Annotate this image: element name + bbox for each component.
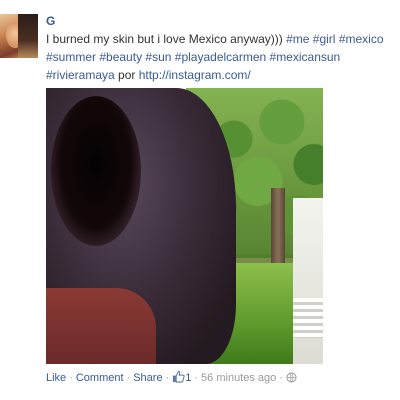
hashtag-beauty[interactable]: #beauty: [99, 50, 142, 64]
photo-blurred-face: [51, 96, 141, 246]
like-count-link[interactable]: 1: [172, 370, 191, 384]
post-actions-bar: Like · Comment · Share · 1 · 56 minutes ago ·: [46, 370, 297, 384]
by-word: por: [114, 68, 139, 82]
like-link[interactable]: Like: [46, 372, 66, 384]
hashtag-mexicansun[interactable]: #mexicansun: [270, 50, 341, 64]
post-text: I burned my skin but i love Mexico anywa…: [46, 30, 398, 84]
author-name[interactable]: G: [46, 14, 55, 28]
hashtag-mexico[interactable]: #mexico: [339, 32, 384, 46]
hashtag-summer[interactable]: #summer: [46, 50, 96, 64]
share-link[interactable]: Share: [133, 372, 162, 384]
photo-white-wall: [293, 198, 323, 364]
hashtag-rivieramaya[interactable]: #rivieramaya: [46, 68, 115, 82]
instagram-link[interactable]: http://instagram.com/: [139, 68, 251, 82]
thumbs-up-icon: [173, 370, 185, 383]
separator: ·: [194, 372, 199, 384]
author-avatar[interactable]: [0, 14, 38, 58]
separator: ·: [69, 372, 73, 384]
comment-link[interactable]: Comment: [76, 372, 124, 384]
photo-person-shoulder: [46, 288, 156, 364]
avatar-hair: [18, 14, 38, 58]
post-photo[interactable]: [46, 88, 323, 364]
hashtag-sun[interactable]: #sun: [145, 50, 171, 64]
separator: ·: [126, 372, 131, 384]
separator: ·: [165, 372, 170, 384]
hashtag-girl[interactable]: #girl: [313, 32, 336, 46]
globe-icon[interactable]: [286, 372, 297, 383]
hashtag-playadelcarmen[interactable]: #playadelcarmen: [175, 50, 266, 64]
hashtag-me[interactable]: #me: [286, 32, 309, 46]
separator: ·: [279, 372, 283, 384]
post-text-prefix: I burned my skin but i love Mexico anywa…: [46, 32, 287, 46]
timestamp[interactable]: 56 minutes ago: [201, 372, 276, 384]
